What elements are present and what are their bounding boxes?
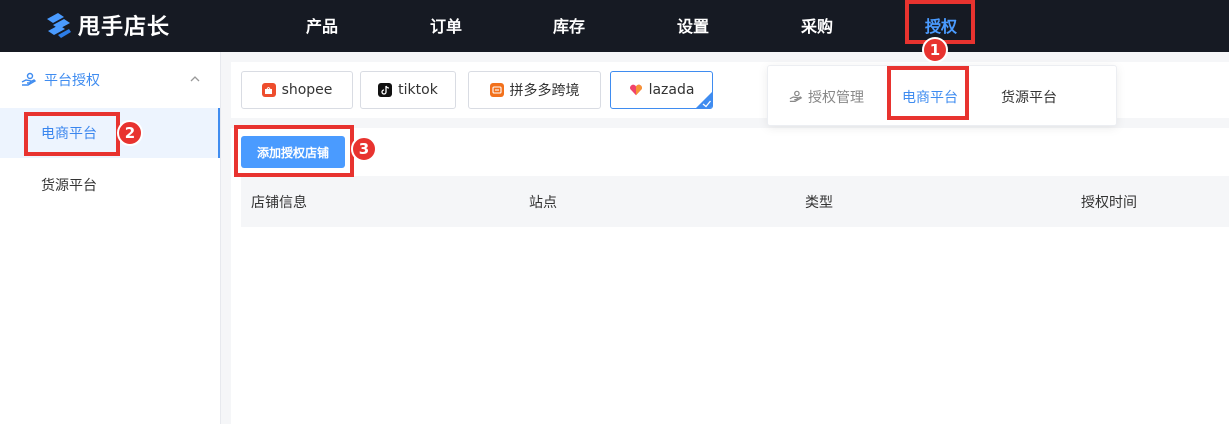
chevron-up-icon[interactable] [188, 72, 202, 86]
platform-label: tiktok [398, 82, 438, 98]
hand-icon [21, 72, 37, 86]
step-badge-1: 1 [922, 37, 948, 63]
platform-tab-shopee[interactable]: shopee [241, 71, 353, 109]
shopee-icon [261, 83, 276, 97]
column-auth-time: 授权时间 [1081, 195, 1137, 211]
platform-tab-tiktok[interactable]: tiktok [360, 71, 456, 109]
tiktok-icon [378, 83, 393, 97]
platform-tab-lazada[interactable]: lazada [610, 71, 713, 109]
nav-item-settings[interactable]: 设置 [667, 0, 719, 50]
sidebar-group-platform-auth[interactable]: 平台授权 [0, 52, 220, 108]
add-authorized-shop-button[interactable]: 添加授权店铺 [241, 136, 345, 168]
selected-check-icon [696, 92, 712, 108]
step-badge-2: 2 [117, 120, 143, 146]
hand-icon [789, 90, 803, 102]
column-shop-info: 店铺信息 [251, 195, 307, 211]
logo-icon [47, 13, 71, 38]
lazada-icon [629, 83, 643, 97]
platform-tab-pinduoduo[interactable]: 拼多多跨境 [468, 71, 601, 109]
app-title: 甩手店长 [78, 15, 171, 40]
sidebar-item-supply[interactable]: 货源平台 [0, 160, 220, 210]
dropdown-item-ecommerce[interactable]: 电商平台 [902, 66, 958, 127]
platform-label: 拼多多跨境 [509, 83, 580, 99]
column-site: 站点 [529, 195, 557, 211]
nav-item-products[interactable]: 产品 [296, 0, 348, 50]
platform-label: lazada [648, 82, 695, 98]
top-nav-bar: 甩手店长 产品 订单 库存 设置 采购 授权 [0, 0, 1229, 52]
app-logo[interactable]: 甩手店长 [44, 8, 170, 42]
sidebar: 平台授权 电商平台 货源平台 [0, 52, 221, 424]
nav-item-orders[interactable]: 订单 [420, 0, 472, 50]
authorization-dropdown: 授权管理 电商平台 货源平台 [767, 65, 1117, 126]
nav-item-purchasing[interactable]: 采购 [791, 0, 843, 50]
step-badge-3: 3 [351, 136, 377, 162]
platform-label: shopee [281, 82, 333, 98]
dropdown-item-supply[interactable]: 货源平台 [1001, 66, 1057, 127]
dropdown-item-auth-management[interactable]: 授权管理 [788, 66, 864, 127]
sidebar-group-label: 平台授权 [44, 73, 100, 89]
sidebar-item-ecommerce[interactable]: 电商平台 [0, 108, 220, 158]
pinduoduo-icon [489, 83, 504, 97]
column-type: 类型 [805, 195, 833, 211]
dropdown-item-label: 授权管理 [808, 89, 864, 106]
table-header: 店铺信息 站点 类型 授权时间 [241, 176, 1229, 227]
nav-item-inventory[interactable]: 库存 [543, 0, 595, 50]
